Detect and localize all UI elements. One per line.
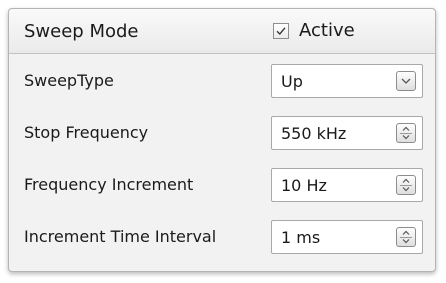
sweep-type-select[interactable]: Up: [271, 64, 423, 98]
stop-frequency-input[interactable]: 550 kHz: [271, 116, 423, 150]
spinner-divider: [400, 185, 412, 186]
stop-frequency-label: Stop Frequency: [24, 123, 149, 142]
increment-time-interval-label: Increment Time Interval: [24, 227, 217, 246]
spinner-divider: [400, 237, 412, 238]
active-checkbox[interactable]: [273, 23, 289, 39]
stop-frequency-row: Stop Frequency 550 kHz: [9, 111, 435, 155]
frequency-increment-spinner[interactable]: [396, 175, 416, 195]
frequency-increment-row: Frequency Increment 10 Hz: [9, 163, 435, 207]
sweep-type-value: Up: [281, 72, 303, 91]
spinner-divider: [400, 133, 412, 134]
increment-time-interval-input[interactable]: 1 ms: [271, 220, 423, 254]
stop-frequency-value: 550 kHz: [281, 124, 347, 143]
active-toggle[interactable]: Active: [273, 19, 355, 43]
sweep-type-dropdown-button[interactable]: [396, 71, 416, 91]
increment-time-interval-value: 1 ms: [281, 228, 321, 247]
frequency-increment-value: 10 Hz: [281, 176, 327, 195]
frequency-increment-label: Frequency Increment: [24, 175, 194, 194]
stop-frequency-spinner[interactable]: [396, 123, 416, 143]
sweep-type-row: SweepType Up: [9, 59, 435, 103]
frequency-increment-input[interactable]: 10 Hz: [271, 168, 423, 202]
increment-time-interval-row: Increment Time Interval 1 ms: [9, 215, 435, 259]
check-icon: [276, 27, 286, 36]
panel-title: Sweep Mode: [24, 21, 139, 42]
chevron-down-icon: [401, 78, 411, 84]
sweep-mode-panel: Sweep Mode Active SweepType Up Stop Freq…: [8, 8, 436, 272]
sweep-type-label: SweepType: [24, 71, 114, 90]
panel-header: Sweep Mode Active: [9, 9, 435, 54]
increment-time-interval-spinner[interactable]: [396, 227, 416, 247]
active-label: Active: [299, 20, 355, 41]
